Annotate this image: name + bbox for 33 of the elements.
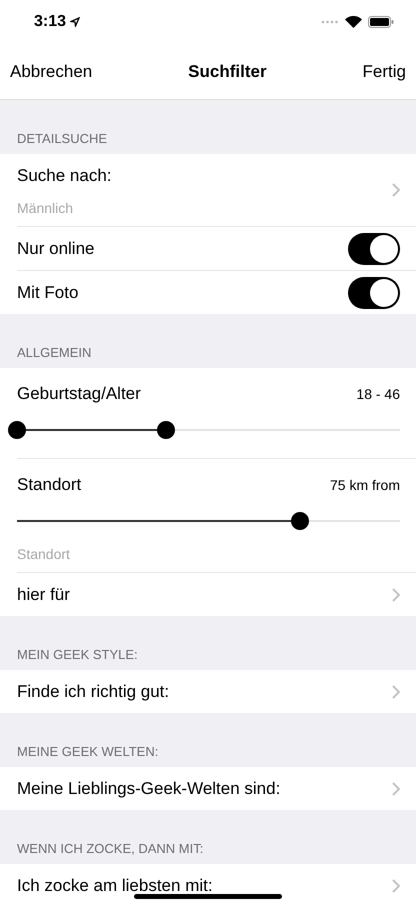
slider-thumb[interactable] [8,421,26,439]
range-value: 18 - 46 [356,386,400,402]
section-header: WENN ICH ZOCKE, DANN MIT: [17,841,204,856]
chevron-icon [392,684,400,698]
toggle-switch[interactable] [348,232,400,264]
setting-label: Geburtstag/Alter [17,384,141,404]
section-header: MEINE GEEK WELTEN: [17,744,158,759]
cancel-button[interactable]: Abbrechen [10,62,92,82]
signal-icon [321,20,339,24]
chevron-icon [392,183,400,197]
field-caption: Standort [17,546,71,564]
toggle-label: Nur online [17,238,94,258]
done-button[interactable]: Fertig [362,62,406,82]
wifi-icon [345,16,362,28]
distance-value: 75 km from [330,476,400,492]
slider-thumb[interactable] [157,421,176,439]
slider-thumb[interactable] [291,512,310,530]
chevron-icon [392,588,400,602]
toggle-switch[interactable] [348,276,400,308]
screen-title: Suchfilter [188,62,267,82]
section-header: DETAILSUCHE [17,131,108,146]
selected-value: Männlich [17,200,74,218]
section-header: MEIN GEEK STYLE: [17,647,138,662]
chevron-icon [392,782,400,796]
list-item[interactable]: Suche nach: Männlich [17,154,400,226]
list-item[interactable]: hier für [17,573,400,616]
setting-label: Standort [17,474,82,494]
location-arrow-icon [70,17,80,27]
chevron-icon [392,878,400,892]
section-header: ALLGEMEIN [17,345,92,360]
clock-time: 3:13 [34,13,66,31]
toggle-label: Mit Foto [17,282,78,302]
battery-icon [368,16,394,28]
